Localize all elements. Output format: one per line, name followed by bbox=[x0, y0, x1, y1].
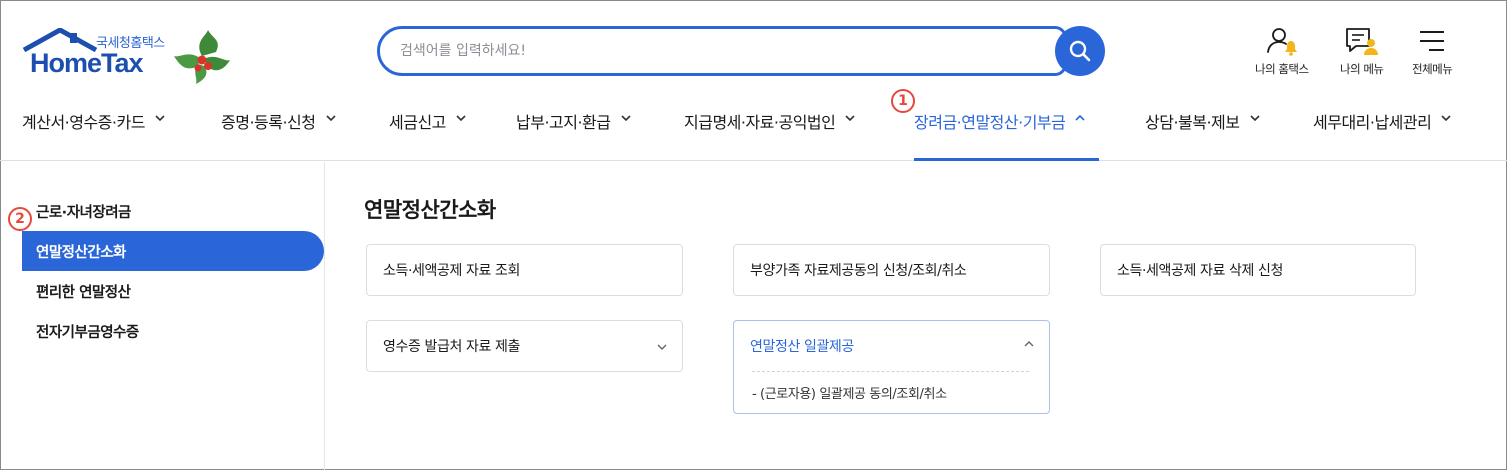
nav-item-statement[interactable]: 지급명세·자료·공익법인 bbox=[684, 109, 856, 161]
nav-item-invoice[interactable]: 계산서·영수증·카드 bbox=[22, 109, 166, 161]
sidebar-item-easy-settlement[interactable]: 편리한 연말정산 bbox=[22, 271, 324, 311]
nav-label: 세금신고 bbox=[389, 113, 446, 132]
sidebar-item-settlement-simplify[interactable]: 연말정산간소화 bbox=[22, 231, 324, 271]
search-box bbox=[377, 26, 1067, 76]
chevron-down-icon bbox=[1441, 115, 1451, 122]
logo-main-text: HomeTax bbox=[30, 48, 144, 78]
full-menu-label: 전체메뉴 bbox=[1412, 62, 1453, 76]
card-label: 소득·세액공제 자료 삭제 신청 bbox=[1117, 263, 1283, 279]
card-receipt-issuer-submit[interactable]: 영수증 발급처 자료 제출 bbox=[366, 320, 683, 372]
nav-label: 지급명세·자료·공익법인 bbox=[684, 113, 836, 132]
page-title: 연말정산간소화 bbox=[364, 198, 496, 222]
my-hometax-button[interactable]: 나의 홈택스 bbox=[1255, 26, 1309, 77]
main-nav: 계산서·영수증·카드 증명·등록·신청 세금신고 납부·고지·환급 지급명세·자… bbox=[0, 100, 1507, 161]
nav-item-tax-agent[interactable]: 세무대리·납세관리 bbox=[1313, 109, 1452, 161]
chevron-down-icon bbox=[1249, 115, 1260, 122]
full-menu-button[interactable]: 전체메뉴 bbox=[1412, 26, 1453, 77]
nav-label: 장려금·연말정산·기부금 bbox=[914, 113, 1066, 132]
nav-label: 계산서·영수증·카드 bbox=[22, 113, 145, 132]
chevron-down-icon bbox=[456, 115, 466, 122]
nav-label: 상담·불복·제보 bbox=[1145, 113, 1240, 132]
sidebar-item-label: 연말정산간소화 bbox=[36, 244, 126, 261]
my-hometax-label: 나의 홈택스 bbox=[1255, 62, 1309, 76]
nav-item-tax-return[interactable]: 세금신고 bbox=[389, 109, 467, 161]
card-dependent-consent[interactable]: 부양가족 자료제공동의 신청/조회/취소 bbox=[733, 244, 1050, 296]
nav-item-consulting[interactable]: 상담·불복·제보 bbox=[1145, 109, 1261, 161]
chevron-up-icon bbox=[1075, 114, 1085, 121]
card-label: 영수증 발급처 자료 제출 bbox=[383, 339, 520, 355]
card-label: 연말정산 일괄제공 bbox=[750, 339, 854, 355]
card-deduction-delete[interactable]: 소득·세액공제 자료 삭제 신청 bbox=[1100, 244, 1416, 296]
sidebar-item-label: 편리한 연말정산 bbox=[36, 284, 131, 301]
card-batch-provide[interactable]: 연말정산 일괄제공 - (근로자용) 일괄제공 동의/조회/취소 bbox=[733, 320, 1050, 414]
card-label: 부양가족 자료제공동의 신청/조회/취소 bbox=[750, 263, 967, 279]
holly-icon bbox=[174, 30, 230, 84]
search-input[interactable] bbox=[400, 40, 1040, 62]
divider bbox=[752, 371, 1029, 372]
search-bar bbox=[377, 26, 1109, 76]
nav-item-certificate[interactable]: 증명·등록·신청 bbox=[221, 109, 337, 161]
chevron-up-icon bbox=[1024, 341, 1034, 347]
menu-person-icon bbox=[1345, 28, 1378, 55]
hometax-logo[interactable]: 국세청홈택스 HomeTax bbox=[22, 26, 237, 88]
search-button[interactable] bbox=[1055, 26, 1105, 76]
chevron-down-icon bbox=[657, 344, 667, 350]
search-icon bbox=[1069, 40, 1091, 62]
nav-label: 납부·고지·환급 bbox=[516, 113, 611, 132]
card-deduction-lookup[interactable]: 소득·세액공제 자료 조회 bbox=[366, 244, 683, 296]
sidebar-item-label: 근로·자녀장려금 bbox=[36, 204, 131, 221]
nav-item-payment[interactable]: 납부·고지·환급 bbox=[516, 109, 632, 161]
nav-label: 세무대리·납세관리 bbox=[1313, 113, 1432, 132]
chevron-down-icon bbox=[325, 115, 336, 122]
sidebar-item-donation-receipt[interactable]: 전자기부금영수증 bbox=[22, 311, 324, 351]
annotation-badge-1: 1 bbox=[891, 89, 915, 113]
sidebar-item-work-child-incentive[interactable]: 근로·자녀장려금 bbox=[22, 191, 324, 231]
nav-item-incentive-settlement[interactable]: 장려금·연말정산·기부금 bbox=[914, 109, 1099, 161]
person-bell-icon bbox=[1266, 28, 1297, 56]
hamburger-icon bbox=[1420, 31, 1445, 51]
batch-consent-link[interactable]: - (근로자용) 일괄제공 동의/조회/취소 bbox=[752, 383, 947, 402]
card-label: 소득·세액공제 자료 조회 bbox=[383, 263, 520, 279]
my-menu-label: 나의 메뉴 bbox=[1340, 62, 1384, 76]
sidebar-item-label: 전자기부금영수증 bbox=[36, 324, 139, 341]
chevron-down-icon bbox=[845, 115, 855, 122]
chevron-down-icon bbox=[155, 115, 165, 122]
nav-label: 증명·등록·신청 bbox=[221, 113, 316, 132]
chevron-down-icon bbox=[620, 115, 631, 122]
my-menu-button[interactable]: 나의 메뉴 bbox=[1340, 26, 1384, 77]
